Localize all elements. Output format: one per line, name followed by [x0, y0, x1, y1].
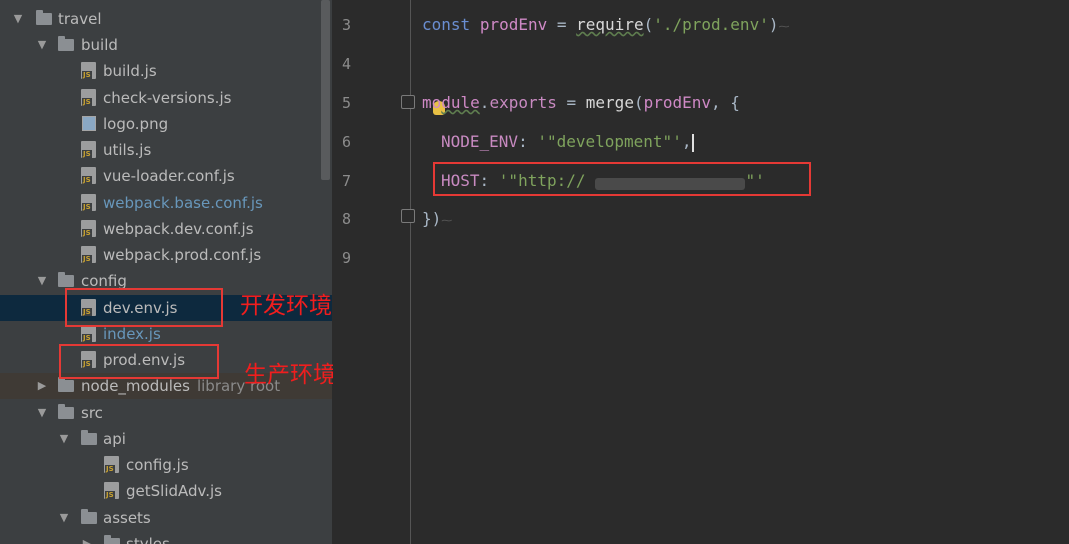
- tree-item-webpack-dev-conf[interactable]: webpack.dev.conf.js: [0, 216, 332, 242]
- code-line-3: const prodEnv = require('./prod.env')⁓: [422, 15, 789, 34]
- line-number: 8: [341, 210, 351, 228]
- prod-environment-annotation: 生产环境: [244, 362, 336, 388]
- squiggle-mark: ⁓: [778, 20, 790, 33]
- tree-item-webpack-base-conf[interactable]: webpack.base.conf.js: [0, 190, 332, 216]
- prod-env-highlight-box: [59, 344, 219, 379]
- tree-item-logo-png[interactable]: logo.png: [0, 111, 332, 137]
- tree-item-config-js[interactable]: config.js: [0, 452, 332, 478]
- folder-icon: [58, 36, 74, 51]
- expand-arrow-icon[interactable]: ▼: [58, 426, 70, 452]
- object-open: , {: [711, 93, 740, 112]
- gutter-divider: [410, 0, 411, 544]
- dot: .: [479, 93, 490, 112]
- expand-arrow-icon[interactable]: ▼: [36, 268, 48, 294]
- string-development: '"development"': [537, 132, 682, 151]
- dev-env-highlight-box: [65, 288, 223, 327]
- project-tree: ▼ travel ▼ build build.js check-versions…: [0, 0, 332, 544]
- tree-item-utils-js[interactable]: utils.js: [0, 137, 332, 163]
- folder-icon: [58, 404, 74, 419]
- colon: :: [518, 132, 538, 151]
- expand-arrow-icon[interactable]: ▼: [36, 32, 48, 58]
- keyword-const: const: [422, 15, 471, 34]
- tree-item-webpack-prod-conf[interactable]: webpack.prod.conf.js: [0, 242, 332, 268]
- js-file-icon: [81, 194, 96, 211]
- host-highlight-box: [433, 162, 811, 196]
- line-number: 5: [341, 94, 351, 112]
- node-modules-label: node_modules: [81, 377, 190, 395]
- fold-marker-icon[interactable]: [401, 209, 415, 223]
- tree-item-assets[interactable]: ▼ assets: [0, 505, 332, 531]
- js-file-icon: [104, 456, 119, 473]
- equals-op: =: [556, 93, 586, 112]
- tree-item-check-versions[interactable]: check-versions.js: [0, 85, 332, 111]
- folder-icon: [104, 535, 120, 544]
- prop-exports: exports: [489, 93, 557, 112]
- folder-icon: [36, 10, 52, 25]
- line-number: 7: [341, 172, 351, 190]
- object-close: }): [422, 209, 442, 228]
- tree-item-vue-loader-conf[interactable]: vue-loader.conf.js: [0, 163, 332, 189]
- var-prodenv: prodEnv: [479, 15, 548, 34]
- squiggle-mark: ⁓: [441, 214, 453, 227]
- expand-arrow-icon[interactable]: ▼: [58, 505, 70, 531]
- tree-item-build[interactable]: ▼ build: [0, 32, 332, 58]
- collapse-arrow-icon[interactable]: ▶: [36, 373, 48, 399]
- folder-icon: [58, 272, 74, 287]
- tree-item-travel[interactable]: ▼ travel: [0, 6, 332, 32]
- paren-open: (: [643, 15, 654, 34]
- tree-scrollbar[interactable]: [321, 0, 330, 180]
- module-ident-end: dule: [441, 93, 480, 112]
- equals-op: =: [547, 15, 577, 34]
- js-file-icon: [81, 141, 96, 158]
- code-line-5: module.exports = merge(prodEnv, {: [422, 93, 740, 112]
- tree-item-getslidadv-js[interactable]: getSlidAdv.js: [0, 478, 332, 504]
- line-number: 9: [341, 249, 351, 267]
- comma: ,: [681, 132, 692, 151]
- paren-open: (: [633, 93, 644, 112]
- fn-merge: merge: [585, 93, 634, 112]
- fold-marker-icon[interactable]: [401, 95, 415, 109]
- image-file-icon: [82, 116, 96, 131]
- collapse-arrow-icon[interactable]: ▶: [81, 531, 93, 544]
- tree-item-build-js[interactable]: build.js: [0, 58, 332, 84]
- folder-icon: [58, 377, 74, 392]
- expand-arrow-icon[interactable]: ▼: [12, 6, 24, 32]
- tree-item-src[interactable]: ▼ src: [0, 400, 332, 426]
- string-prod-env: './prod.env': [653, 15, 769, 34]
- code-editor[interactable]: 3 4 5 6 7 8 9 const prodEnv = require('.…: [333, 0, 1069, 544]
- var-prodenv: prodEnv: [643, 93, 712, 112]
- code-line-8: })⁓: [422, 209, 452, 228]
- expand-arrow-icon[interactable]: ▼: [36, 400, 48, 426]
- dev-environment-annotation: 开发环境: [240, 293, 332, 319]
- js-file-icon: [81, 325, 96, 342]
- tree-item-api[interactable]: ▼ api: [0, 426, 332, 452]
- text-caret: [692, 133, 695, 152]
- js-file-icon: [81, 89, 96, 106]
- line-number: 4: [341, 55, 351, 73]
- line-number: 6: [341, 133, 351, 151]
- js-file-icon: [104, 482, 119, 499]
- js-file-icon: [81, 220, 96, 237]
- js-file-icon: [81, 246, 96, 263]
- js-file-icon: [81, 62, 96, 79]
- fn-require: require: [576, 15, 644, 34]
- key-node-env: NODE_ENV: [441, 132, 519, 151]
- code-line-6: NODE_ENV: '"development"',: [441, 132, 695, 152]
- module-ident-start: mo: [422, 93, 442, 112]
- folder-icon: [81, 430, 97, 445]
- tree-item-styles[interactable]: ▶ styles: [0, 531, 332, 544]
- folder-icon: [81, 509, 97, 524]
- js-file-icon: [81, 167, 96, 184]
- line-number: 3: [341, 16, 351, 34]
